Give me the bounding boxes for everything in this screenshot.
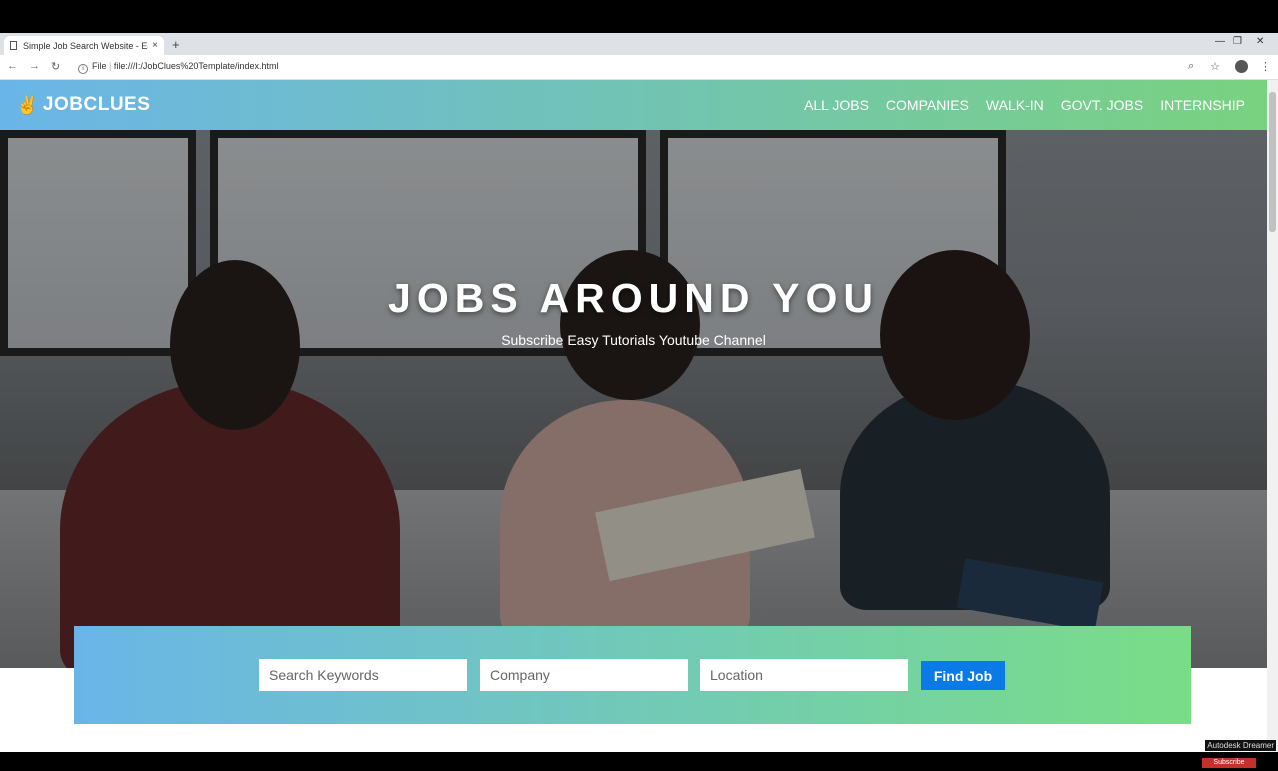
tab-close-icon[interactable]: × — [152, 40, 158, 51]
profile-avatar[interactable] — [1235, 60, 1248, 73]
screen-top-border — [0, 0, 1278, 33]
nav-govt-jobs[interactable]: GOVT. JOBS — [1061, 97, 1143, 113]
browser-menu-icon[interactable]: ⋮ — [1260, 60, 1271, 73]
site-header: ✌ JOBCLUES ALL JOBS COMPANIES WALK-IN GO… — [0, 80, 1267, 130]
subscribe-badge[interactable]: Subscribe — [1202, 758, 1256, 768]
site-logo[interactable]: ✌ JOBCLUES — [16, 94, 150, 116]
hero-dim-overlay — [0, 80, 1267, 668]
tab-title: Simple Job Search Website - Eas — [23, 40, 149, 51]
page-scrollbar[interactable] — [1267, 80, 1278, 752]
forward-icon[interactable]: → — [29, 60, 40, 72]
job-search-panel: Find Job — [74, 626, 1191, 724]
url-text: file:///I:/JobClues%20Template/index.htm… — [113, 61, 279, 71]
nav-internship[interactable]: INTERNSHIP — [1160, 97, 1245, 113]
peace-hand-icon: ✌ — [16, 94, 39, 115]
new-tab-button[interactable]: + — [172, 37, 180, 52]
logo-text: JOBCLUES — [42, 94, 151, 115]
reload-icon[interactable]: ↻ — [51, 60, 60, 73]
window-close-icon[interactable]: ✕ — [1256, 36, 1264, 47]
screen-bottom-border — [0, 752, 1278, 771]
back-icon[interactable]: ← — [7, 60, 18, 72]
restore-icon[interactable]: ❐ — [1233, 36, 1242, 47]
hero-title: JOBS AROUND YOU — [388, 275, 879, 321]
nav-companies[interactable]: COMPANIES — [886, 97, 969, 113]
nav-all-jobs[interactable]: ALL JOBS — [804, 97, 869, 113]
zoom-icon[interactable]: ⌕ — [1188, 60, 1194, 73]
hero-subtitle: Subscribe Easy Tutorials Youtube Channel — [501, 332, 766, 348]
company-input[interactable] — [480, 659, 688, 691]
find-job-button[interactable]: Find Job — [921, 661, 1005, 690]
search-keywords-input[interactable] — [259, 659, 467, 691]
nav-walk-in[interactable]: WALK-IN — [986, 97, 1044, 113]
page-viewport: ✌ JOBCLUES ALL JOBS COMPANIES WALK-IN GO… — [0, 80, 1267, 752]
bookmark-star-icon[interactable]: ☆ — [1210, 60, 1220, 73]
minimize-icon[interactable]: — — [1215, 36, 1225, 47]
scrollbar-thumb[interactable] — [1269, 92, 1276, 232]
document-icon — [10, 41, 17, 50]
tab-strip: Simple Job Search Website - Eas × + — ❐ … — [0, 33, 1278, 55]
url-scheme-label: File — [92, 61, 107, 71]
location-input[interactable] — [700, 659, 908, 691]
address-bar: ← → ↻ i File | file:///I:/JobClues%20Temp… — [0, 55, 1278, 80]
hero-section: ✌ JOBCLUES ALL JOBS COMPANIES WALK-IN GO… — [0, 80, 1267, 668]
main-nav: ALL JOBS COMPANIES WALK-IN GOVT. JOBS IN… — [804, 97, 1245, 113]
recorder-watermark: Autodesk Dreamer — [1205, 740, 1276, 751]
info-icon[interactable]: i — [78, 64, 88, 74]
url-field[interactable]: i File | file:///I:/JobClues%20Template/i… — [78, 61, 278, 74]
browser-tab[interactable]: Simple Job Search Website - Eas × — [4, 36, 164, 55]
